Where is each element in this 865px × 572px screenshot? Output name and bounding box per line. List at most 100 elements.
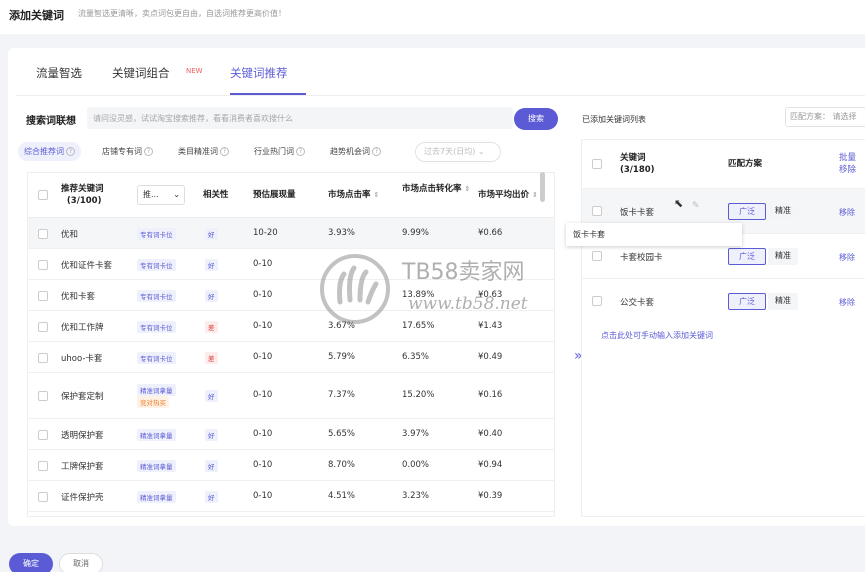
rcol-keyword-label: 关键词: [620, 153, 646, 163]
relevance-badge: 差: [205, 321, 218, 333]
added-keyword: 卡套校园卡: [620, 253, 663, 263]
search-label: 搜索词联想: [26, 116, 76, 127]
search-input[interactable]: [87, 107, 513, 129]
row-checkbox[interactable]: [38, 353, 48, 363]
relevance-badge: 差: [205, 352, 218, 364]
match-exact-button[interactable]: 精准: [768, 203, 798, 220]
row-avg-bid: ¥0.16: [478, 390, 503, 400]
row-avg-bid: ¥1.43: [478, 321, 503, 331]
select-all-checkbox[interactable]: [38, 190, 48, 200]
main-card: 流量智选 关键词组合 NEW 关键词推荐 搜索词联想 搜索 综合推荐词? 店铺专…: [8, 48, 865, 526]
keyword-tag: 竞对热买: [137, 396, 169, 408]
select-all-checkbox[interactable]: [592, 159, 602, 169]
remove-link[interactable]: 移除: [839, 207, 855, 218]
match-broad-button[interactable]: 广泛: [728, 248, 766, 265]
remove-link[interactable]: 移除: [839, 252, 855, 263]
row-cvr: 9.99%: [402, 228, 430, 238]
col-avg-bid[interactable]: 市场平均出价 ⇕: [478, 189, 538, 201]
row-impressions: 0-10: [253, 429, 273, 439]
manual-add-link[interactable]: 点击此处可手动输入添加关键词: [601, 330, 713, 341]
chip-shop[interactable]: 店铺专有词?: [96, 142, 159, 161]
row-tags: 专有词卡位: [137, 259, 176, 271]
chip-category[interactable]: 类目精准词?: [172, 142, 235, 161]
row-impressions: 10-20: [253, 228, 278, 238]
sort-icon: ⇕: [373, 191, 380, 199]
row-relevance: 差: [205, 321, 218, 333]
batch-remove-link[interactable]: 批量 移除: [839, 152, 856, 176]
rcol-keyword: 关键词 (3/180): [620, 152, 655, 176]
row-checkbox[interactable]: [38, 430, 48, 440]
col-ctr-label: 市场点击率: [328, 190, 371, 200]
row-checkbox[interactable]: [38, 322, 48, 332]
row-cvr: 6.35%: [402, 352, 430, 362]
row-impressions: 0-10: [253, 321, 273, 331]
edit-pencil-icon[interactable]: ✎: [692, 201, 700, 211]
row-checkbox[interactable]: [592, 296, 602, 306]
col-relevance: 相关性: [203, 190, 229, 200]
row-tags: 专有词卡位: [137, 290, 176, 302]
row-relevance: 好: [205, 390, 218, 402]
table-row[interactable]: 优和工作牌 0-10 3.67% 17.65% ¥1.43 专有词卡位 差: [28, 311, 554, 342]
row-checkbox[interactable]: [38, 260, 48, 270]
row-cvr: 0.00%: [402, 460, 430, 470]
help-icon: ?: [296, 147, 305, 156]
chip-label: 行业热门词: [254, 147, 294, 156]
row-tags: 精准词拿量: [137, 460, 176, 472]
table-row[interactable]: 优和证件卡套 0-10 专有词卡位 好: [28, 249, 554, 280]
row-checkbox[interactable]: [592, 206, 602, 216]
match-scheme-select[interactable]: 匹配方案： 请选择: [785, 107, 865, 127]
table-row[interactable]: 优和 10-20 3.93% 9.99% ¥0.66 专有词卡位 好: [28, 218, 554, 249]
table-row[interactable]: 优和卡套 0-10 13.89% ¥0.63 专有词卡位 好: [28, 280, 554, 311]
table-row[interactable]: 证件保护壳 0-10 4.51% 3.23% ¥0.39 精准词拿量 好: [28, 481, 554, 512]
table-scrollbar[interactable]: [540, 172, 545, 202]
relevance-badge: 好: [205, 390, 218, 402]
match-exact-button[interactable]: 精准: [768, 293, 798, 310]
keyword-tag: 精准词拿量: [137, 460, 176, 472]
row-avg-bid: ¥0.66: [478, 228, 503, 238]
row-checkbox[interactable]: [38, 461, 48, 471]
chip-comprehensive[interactable]: 综合推荐词?: [18, 142, 81, 161]
remove-link[interactable]: 移除: [839, 297, 855, 308]
table-row[interactable]: uhoo-卡套 0-10 5.79% 6.35% ¥0.49 专有词卡位 差: [28, 342, 554, 373]
active-tab-underline: [230, 93, 306, 95]
date-range-select[interactable]: 过去7天(日均) ⌄: [415, 142, 501, 162]
row-checkbox[interactable]: [38, 229, 48, 239]
tab-keyword-combo[interactable]: 关键词组合: [112, 65, 170, 81]
added-list-title: 已添加关键词列表: [582, 115, 646, 124]
tab-keyword-recommend[interactable]: 关键词推荐: [230, 65, 288, 81]
chip-label: 趋势机会词: [330, 147, 370, 156]
chip-trend[interactable]: 趋势机会词?: [324, 142, 387, 161]
added-keyword-row[interactable]: 公交卡套 广泛 精准 移除: [582, 278, 865, 323]
row-relevance: 好: [205, 228, 218, 240]
cancel-button[interactable]: 取消: [59, 553, 103, 572]
row-checkbox[interactable]: [38, 391, 48, 401]
row-tags: 精准词拿量: [137, 429, 176, 441]
relevance-badge: 好: [205, 429, 218, 441]
keyword-tag: 精准词拿量: [137, 384, 176, 396]
table-row[interactable]: 工牌保护套 0-10 8.70% 0.00% ¥0.94 精准词拿量 好: [28, 450, 554, 481]
confirm-button[interactable]: 确定: [9, 553, 53, 572]
keyword-tag: 精准词拿量: [137, 429, 176, 441]
table-row[interactable]: 透明保护套 0-10 5.65% 3.97% ¥0.40 精准词拿量 好: [28, 419, 554, 450]
row-checkbox[interactable]: [592, 251, 602, 261]
relevance-badge: 好: [205, 290, 218, 302]
match-broad-button[interactable]: 广泛: [728, 203, 766, 220]
match-broad-button[interactable]: 广泛: [728, 293, 766, 310]
column-dropdown[interactable]: 推... ⌄: [137, 185, 185, 205]
chip-industry[interactable]: 行业热门词?: [248, 142, 311, 161]
match-exact-button[interactable]: 精准: [768, 248, 798, 265]
help-icon: ?: [66, 147, 75, 156]
row-keyword: 优和工作牌: [61, 323, 104, 333]
rcol-keyword-count: (3/180): [620, 165, 655, 175]
row-checkbox[interactable]: [38, 291, 48, 301]
table-row[interactable]: 保护套定制 0-10 7.37% 15.20% ¥0.16 精准词拿量 竞对热买 好: [28, 373, 554, 419]
column-dropdown-label: 推...: [143, 190, 159, 199]
search-button[interactable]: 搜索: [514, 108, 558, 130]
row-keyword: 保护套定制: [61, 392, 104, 402]
col-ctr[interactable]: 市场点击率 ⇕: [328, 189, 379, 201]
tab-traffic[interactable]: 流量智选: [36, 65, 82, 81]
row-relevance: 好: [205, 429, 218, 441]
col-cvr[interactable]: 市场点击转化率 ⇕: [402, 183, 472, 195]
row-checkbox[interactable]: [38, 492, 48, 502]
col-cvr-label: 市场点击转化率: [402, 184, 462, 194]
